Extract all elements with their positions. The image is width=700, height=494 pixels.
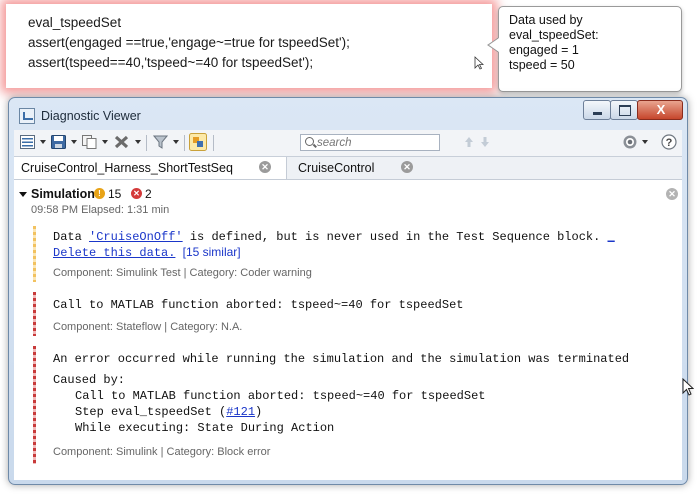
mouse-cursor-icon (682, 378, 694, 396)
chevron-down-icon[interactable] (40, 140, 46, 144)
chevron-down-icon[interactable] (135, 140, 141, 144)
close-tab-icon[interactable]: ✕ (259, 161, 271, 173)
toolbar-separator (184, 135, 185, 151)
window-title: Diagnostic Viewer (41, 109, 141, 123)
message-panel: Simulation ! 15 ✕ 2 09:58 PM Elapsed: 1:… (14, 180, 682, 480)
message-text: Delete this data. [15 similar] (53, 245, 241, 260)
warning-count: 15 (108, 187, 122, 201)
data-link[interactable]: 'CruiseOnOff' (89, 230, 183, 244)
next-result-icon[interactable] (480, 135, 490, 149)
fix-link[interactable]: _ (608, 230, 615, 244)
message-text-part: is defined, but is never used in the Tes… (182, 230, 608, 244)
maximize-icon (619, 105, 631, 116)
minimize-button[interactable] (583, 100, 611, 120)
error-icon: ✕ (131, 188, 142, 199)
close-tab-icon[interactable]: ✕ (401, 161, 413, 173)
simulation-label[interactable]: Simulation (31, 187, 95, 201)
previous-result-icon[interactable] (464, 135, 474, 149)
tab-cruisecontrol[interactable]: CruiseControl ✕ (286, 157, 416, 179)
error-bar (33, 292, 36, 336)
message-meta: Component: Simulink | Category: Block er… (53, 446, 271, 458)
cause-line: Call to MATLAB function aborted: tspeed~… (75, 389, 486, 403)
chevron-down-icon[interactable] (173, 140, 179, 144)
error-count: 2 (145, 187, 152, 201)
highlight-toggle-icon[interactable] (189, 133, 207, 151)
data-tooltip: Data used by eval_tspeedSet: engaged = 1… (498, 6, 682, 92)
clear-icon[interactable] (113, 135, 130, 149)
app-icon (19, 108, 35, 124)
gear-icon[interactable] (622, 134, 638, 150)
message-text-part: Data (53, 230, 90, 244)
chevron-down-icon[interactable] (71, 140, 77, 144)
warning-message: Data 'CruiseOnOff' is defined, but is ne… (33, 226, 673, 282)
code-line: eval_tspeedSet (28, 15, 122, 30)
close-icon[interactable]: ✕ (666, 188, 678, 200)
message-meta: Component: Stateflow | Category: N.A. (53, 321, 243, 333)
svg-text:?: ? (666, 137, 673, 149)
tooltip-line: Data used by (509, 13, 583, 27)
search-box[interactable] (300, 134, 440, 151)
warning-bar (33, 226, 36, 282)
title-bar[interactable]: Diagnostic Viewer X (9, 98, 687, 130)
cause-text: Step eval_tspeedSet ( (75, 405, 227, 419)
mouse-cursor-icon (474, 56, 484, 70)
tooltip-arrow-fill (489, 38, 499, 52)
search-icon (305, 137, 314, 146)
filter-icon[interactable] (153, 135, 168, 149)
copy-icon[interactable] (82, 135, 97, 149)
toolbar-separator (146, 135, 147, 151)
code-snippet: eval_tspeedSet assert(engaged ==true,'en… (6, 4, 492, 88)
collapse-triangle-icon[interactable] (19, 192, 27, 197)
tab-label: CruiseControl (298, 161, 375, 175)
message-meta: Component: Simulink Test | Category: Cod… (53, 267, 312, 279)
toolbar: ? (14, 130, 682, 157)
chevron-down-icon[interactable] (102, 140, 108, 144)
simulation-timestamp: 09:58 PM Elapsed: 1:31 min (31, 204, 170, 216)
search-input[interactable] (317, 136, 435, 149)
error-bar (33, 346, 36, 464)
cause-text: ) (255, 405, 263, 419)
help-icon[interactable]: ? (661, 134, 677, 150)
close-button[interactable]: X (637, 100, 683, 120)
message-text: Call to MATLAB function aborted: tspeed~… (53, 298, 464, 312)
maximize-button[interactable] (610, 100, 638, 120)
step-link[interactable]: #121 (226, 405, 255, 419)
warning-icon: ! (94, 188, 105, 199)
cause-line: While executing: State During Action (75, 421, 335, 435)
tab-label: CruiseControl_Harness_ShortTestSeq (21, 161, 233, 175)
minimize-icon (593, 112, 602, 115)
similar-link[interactable]: [15 similar] (183, 245, 241, 259)
tooltip-line: engaged = 1 (509, 43, 579, 57)
tooltip-line: tspeed = 50 (509, 58, 575, 72)
code-line: assert(engaged ==true,'engage~=true for … (28, 35, 350, 50)
expand-list-icon[interactable] (20, 135, 35, 149)
error-message: Call to MATLAB function aborted: tspeed~… (33, 292, 673, 336)
code-line: assert(tspeed==40,'tspeed~=40 for tspeed… (28, 55, 314, 70)
tab-cruisecontrol-harness[interactable]: CruiseControl_Harness_ShortTestSeq ✕ (14, 157, 287, 179)
caused-by-label: Caused by: (53, 373, 126, 387)
message-text: An error occurred while running the simu… (53, 352, 630, 366)
toolbar-separator (213, 135, 214, 151)
tab-bar: CruiseControl_Harness_ShortTestSeq ✕ Cru… (14, 157, 682, 180)
message-text: Data 'CruiseOnOff' is defined, but is ne… (53, 230, 615, 244)
close-icon: X (656, 102, 666, 117)
diagnostic-viewer-window: Diagnostic Viewer X search ? CruiseContr… (8, 97, 688, 485)
error-message: An error occurred while running the simu… (33, 346, 673, 464)
chevron-down-icon[interactable] (642, 140, 648, 144)
tooltip-line: eval_tspeedSet: (509, 28, 599, 42)
save-icon[interactable] (51, 135, 66, 149)
delete-data-link[interactable]: Delete this data. (53, 246, 175, 260)
cause-line: Step eval_tspeedSet (#121) (75, 405, 262, 419)
